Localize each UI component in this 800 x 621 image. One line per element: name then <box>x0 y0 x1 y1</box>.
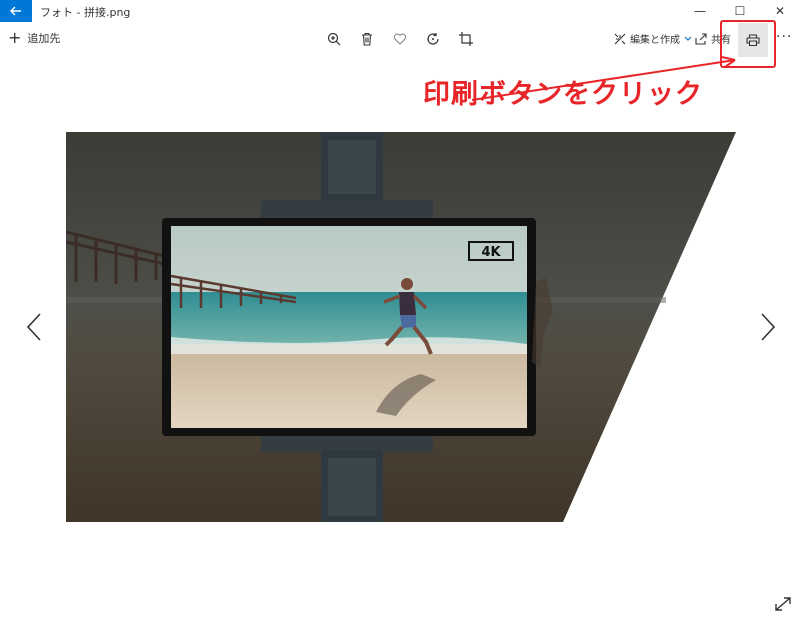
chevron-left-icon <box>26 313 41 341</box>
annotation-text: 印刷ボタンをクリック <box>423 79 703 110</box>
expand-button[interactable] <box>774 596 792 612</box>
photo-image: 4K <box>65 132 736 522</box>
photo-display: 4K <box>65 132 736 522</box>
chevron-right-icon <box>761 313 776 341</box>
previous-image-button[interactable] <box>22 312 46 342</box>
next-image-button[interactable] <box>756 312 780 342</box>
expand-icon <box>775 597 791 611</box>
badge-4k: 4K <box>481 245 501 260</box>
